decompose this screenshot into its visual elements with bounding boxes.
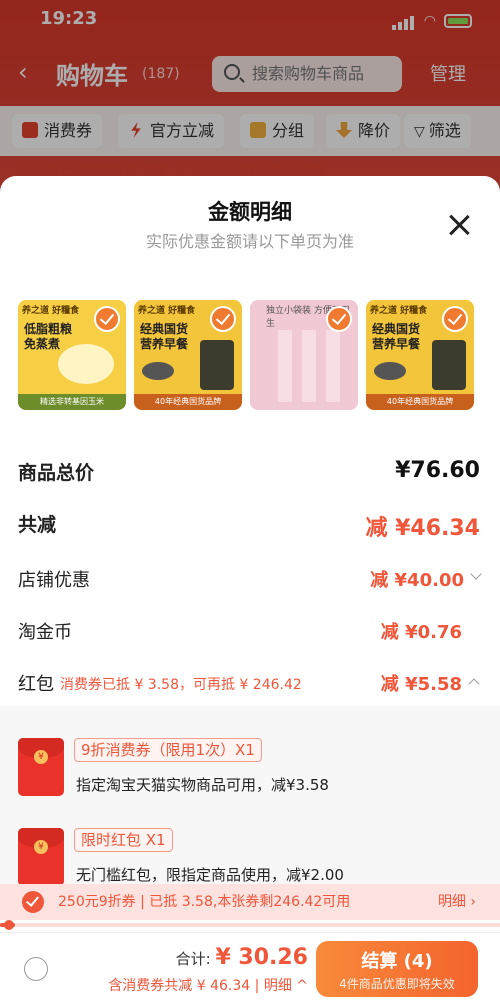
amount-detail-sheet: 金额明细 实际优惠金额请以下单页为准 养之道 好糧食 低脂粗粮 免蒸煮 精选非转… xyxy=(0,176,500,1002)
product-image xyxy=(268,330,340,402)
coupon-item[interactable]: 9折消费券（限用1次）X1 指定淘宝天猫实物商品可用，减¥3.58 xyxy=(18,738,478,808)
thumb-title: 低脂粗粮 免蒸煮 xyxy=(24,322,73,351)
row-total-reduction: 共减 减 ¥46.34 xyxy=(18,510,480,541)
row-total-price: 商品总价 ¥76.60 xyxy=(18,458,480,486)
total-label: 合计: xyxy=(175,950,211,968)
checkout-button[interactable]: 结算 (4) 4件商品优惠即将失效 xyxy=(316,941,478,997)
red-packet-label: 红包 xyxy=(18,674,54,695)
red-envelope-icon xyxy=(18,738,64,796)
chevron-down-icon xyxy=(470,568,482,580)
shop-discount-label: 店铺优惠 xyxy=(18,570,90,591)
product-image xyxy=(200,340,234,390)
sheet-title: 金额明细 xyxy=(208,200,292,224)
progress-dot xyxy=(4,920,14,930)
thumb-brand: 养之道 好糧食 xyxy=(138,306,196,316)
product-thumbnail[interactable]: 养之道 好糧食 经典国货 营养早餐 40年经典国货品牌 xyxy=(366,300,474,410)
total-reduction-label: 共减 xyxy=(18,514,57,536)
thumb-title: 经典国货 营养早餐 xyxy=(140,322,189,351)
thumb-footer: 精选非转基因玉米 xyxy=(18,394,126,410)
row-shop-discount[interactable]: 店铺优惠 减 ¥40.00 xyxy=(18,566,482,594)
row-red-packet[interactable]: 红包 消费券已抵 ¥ 3.58，可再抵 ¥ 246.42 减 ¥5.58 xyxy=(18,670,480,698)
total-reduction-value: 减 ¥46.34 xyxy=(365,516,480,541)
taojinbi-label: 淘金币 xyxy=(18,622,72,643)
coupon-progress xyxy=(0,920,500,930)
total-value: ¥ 30.26 xyxy=(215,945,308,970)
promo-detail-link[interactable]: 明细 › xyxy=(438,884,476,920)
taojinbi-value: 减 ¥0.76 xyxy=(380,622,462,643)
promo-text: 250元9折券 | 已抵 3.58,本张券剩246.42可用 xyxy=(58,894,351,910)
coupon-desc: 指定淘宝天猫实物商品可用，减¥3.58 xyxy=(76,776,329,794)
total-price-value: ¥76.60 xyxy=(395,458,480,483)
check-icon xyxy=(210,306,236,332)
coupon-promo-bar[interactable]: 250元9折券 | 已抵 3.58,本张券剩246.42可用 明细 › xyxy=(0,884,500,920)
thumb-brand: 养之道 好糧食 xyxy=(370,306,428,316)
coupon-tag: 限时红包 X1 xyxy=(74,828,173,852)
select-all-checkbox[interactable] xyxy=(24,957,48,981)
check-icon xyxy=(94,306,120,332)
total-note[interactable]: 含消费券共减 ¥ 46.34 | 明细 ^ xyxy=(108,975,308,995)
check-icon xyxy=(442,306,468,332)
red-packet-note: 消费券已抵 ¥ 3.58，可再抵 ¥ 246.42 xyxy=(60,677,302,693)
check-circle-icon xyxy=(22,891,44,913)
row-taojinbi: 淘金币 减 ¥0.76 xyxy=(18,618,480,646)
thumb-footer: 40年经典国货品牌 xyxy=(366,394,474,410)
red-envelope-icon xyxy=(18,828,64,886)
check-icon xyxy=(326,306,352,332)
bowl-image xyxy=(374,362,406,380)
sheet-subtitle: 实际优惠金额请以下单页为准 xyxy=(145,232,354,251)
total-amount: 合计: ¥ 30.26 xyxy=(176,945,308,970)
product-image xyxy=(58,344,114,384)
product-thumbnails: 养之道 好糧食 低脂粗粮 免蒸煮 精选非转基因玉米 养之道 好糧食 经典国货 营… xyxy=(18,300,498,412)
chevron-up-icon xyxy=(468,678,480,690)
red-packet-value: 减 ¥5.58 xyxy=(380,674,462,695)
coupon-list: 9折消费券（限用1次）X1 指定淘宝天猫实物商品可用，减¥3.58 限时红包 X… xyxy=(0,706,500,886)
thumb-footer: 40年经典国货品牌 xyxy=(134,394,242,410)
checkout-sublabel: 4件商品优惠即将失效 xyxy=(339,977,455,991)
checkout-bar: 合计: ¥ 30.26 含消费券共减 ¥ 46.34 | 明细 ^ 结算 (4)… xyxy=(0,932,500,1002)
product-thumbnail[interactable]: 独立小袋装 方便又卫生 xyxy=(250,300,358,410)
product-thumbnail[interactable]: 养之道 好糧食 低脂粗粮 免蒸煮 精选非转基因玉米 xyxy=(18,300,126,410)
coupon-desc: 无门槛红包，限指定商品使用，减¥2.00 xyxy=(76,866,344,884)
shop-discount-value: 减 ¥40.00 xyxy=(370,570,464,591)
checkout-label: 结算 (4) xyxy=(361,951,433,972)
product-thumbnail[interactable]: 养之道 好糧食 经典国货 营养早餐 40年经典国货品牌 xyxy=(134,300,242,410)
bowl-image xyxy=(142,362,174,380)
thumb-title: 经典国货 营养早餐 xyxy=(372,322,421,351)
product-image xyxy=(432,340,466,390)
total-price-label: 商品总价 xyxy=(18,462,95,484)
thumb-brand: 养之道 好糧食 xyxy=(22,306,80,316)
close-icon[interactable] xyxy=(448,214,470,236)
coupon-tag: 9折消费券（限用1次）X1 xyxy=(74,738,262,762)
